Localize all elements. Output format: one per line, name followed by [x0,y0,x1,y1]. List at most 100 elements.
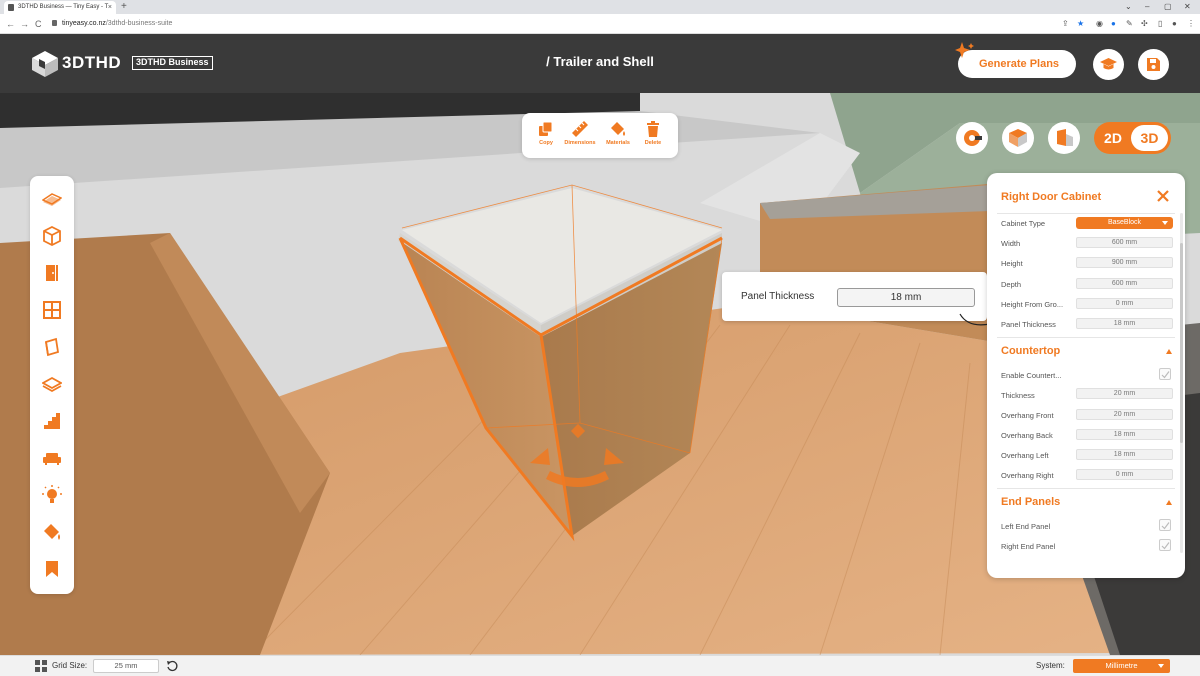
3d-option[interactable]: 3D [1131,125,1168,151]
sidebar-item-bookmarks[interactable] [36,553,68,585]
back-icon[interactable]: ← [6,17,15,31]
minimize-icon[interactable]: – [1145,0,1149,14]
tutorial-button[interactable] [1093,49,1124,80]
reset-icon[interactable] [166,660,178,672]
floor-icon [42,376,62,393]
lock-icon [52,20,57,27]
divider [997,337,1175,338]
camera-icon[interactable]: ◉ [1096,18,1103,30]
maximize-icon[interactable]: ▢ [1164,0,1172,14]
sidepanel-icon[interactable]: ▯ [1158,18,1162,30]
address-bar: ← → C tinyeasy.co.nz/3dthd-business-suit… [0,14,1200,34]
cabinet-type-select[interactable]: BaseBlock [1076,217,1173,229]
pen-icon[interactable]: ✎ [1126,18,1133,30]
extension-icon[interactable]: ● [1111,18,1116,30]
width-label: Width [1001,239,1021,248]
overhang-front-input[interactable]: 20 mm [1076,409,1173,420]
url-field[interactable]: tinyeasy.co.nz/3dthd-business-suite [52,17,172,31]
close-icon[interactable] [1155,188,1171,204]
collapse-caret-icon[interactable] [1166,349,1172,354]
panel-thickness-popup-input[interactable]: 18 mm [837,288,975,307]
delete-button[interactable]: Delete [634,120,672,146]
dimensions-button[interactable]: Dimensions [561,120,599,146]
unit-system-select[interactable]: Millimetre [1073,659,1170,673]
enable-countertop-checkbox[interactable] [1159,368,1171,380]
browser-tab[interactable]: 3DTHD Business — Tiny Easy - T × [4,1,116,14]
new-tab-button[interactable]: + [121,0,127,14]
panel-scrollbar[interactable] [1180,213,1183,553]
copy-button[interactable]: Copy [527,120,565,146]
sparkle-icon [955,42,974,58]
iso-view-button[interactable] [1002,122,1034,154]
left-end-panel-checkbox[interactable] [1159,519,1171,531]
section-view-button[interactable] [1048,122,1080,154]
overhang-left-input[interactable]: 18 mm [1076,449,1173,460]
right-end-panel-checkbox[interactable] [1159,539,1171,551]
collapse-caret-icon[interactable] [1166,500,1172,505]
properties-panel: Right Door Cabinet Cabinet Type BaseBloc… [987,173,1185,578]
sidebar-item-furniture[interactable] [36,442,68,474]
trailer-icon [42,193,62,206]
panel-title: Right Door Cabinet [1001,191,1102,203]
sidebar-item-windows[interactable] [36,294,68,326]
star-icon[interactable]: ★ [1077,18,1084,30]
sidebar-item-trailer[interactable] [36,182,68,214]
forward-icon[interactable]: → [20,17,29,31]
sidebar-item-shell[interactable] [36,220,68,252]
tab-close-icon[interactable]: × [108,1,112,14]
url-path: /3dthd-business-suite [105,20,173,27]
puzzle-icon[interactable]: ✣ [1141,18,1148,30]
sidebar-item-paint[interactable] [36,516,68,548]
window-icon [43,301,61,319]
lighting-icon [42,485,62,503]
iso-cube-icon [1009,129,1027,147]
width-input[interactable]: 600 mm [1076,237,1173,248]
sidebar-item-floor[interactable] [36,368,68,400]
shell-cube-icon [43,226,61,246]
overhang-back-input[interactable]: 18 mm [1076,429,1173,440]
walkthrough-view-button[interactable] [956,122,988,154]
cabinet-type-label: Cabinet Type [1001,219,1046,228]
height-from-ground-input[interactable]: 0 mm [1076,298,1173,309]
countertop-thickness-input[interactable]: 20 mm [1076,388,1173,399]
sidebar-item-stairs[interactable] [36,405,68,437]
close-window-icon[interactable]: ✕ [1184,0,1191,14]
save-button[interactable] [1138,49,1169,80]
tab-title: 3DTHD Business — Tiny Easy - T [18,4,109,10]
check-icon [1161,522,1170,530]
sidebar-item-doors[interactable] [36,257,68,289]
overhang-front-label: Overhang Front [1001,411,1054,420]
height-input[interactable]: 900 mm [1076,257,1173,268]
2d-option[interactable]: 2D [1094,122,1132,154]
scrollbar-thumb[interactable] [1180,243,1183,443]
generate-plans-button[interactable]: Generate Plans [958,50,1076,78]
copy-label: Copy [539,140,553,146]
menu-icon[interactable]: ⋮ [1187,18,1195,30]
favicon-icon [8,4,14,11]
divider [997,213,1175,214]
left-end-panel-label: Left End Panel [1001,522,1051,531]
height-from-ground-label: Height From Gro... [1001,300,1064,309]
overhang-right-input[interactable]: 0 mm [1076,469,1173,480]
reload-icon[interactable]: C [35,17,42,31]
section-cube-icon [1057,129,1073,146]
panel-thickness-label: Panel Thickness [1001,320,1056,329]
panel-thickness-input[interactable]: 18 mm [1076,318,1173,329]
chevron-down-icon[interactable]: ⌄ [1125,0,1132,14]
materials-button[interactable]: Materials [599,120,637,146]
sofa-icon [43,453,61,465]
profile-icon[interactable]: ● [1172,18,1177,30]
share-icon[interactable]: ⇪ [1062,18,1069,30]
grid-icon [35,660,47,672]
end-panels-section-title[interactable]: End Panels [1001,496,1060,508]
2d-3d-toggle[interactable]: 2D 3D [1094,122,1171,154]
grid-size-input[interactable]: 25 mm [93,659,159,673]
browser-tabbar: 3DTHD Business — Tiny Easy - T × + ⌄ – ▢… [0,0,1200,14]
cabinet-type-value: BaseBlock [1107,219,1142,226]
depth-input[interactable]: 600 mm [1076,278,1173,289]
sidebar-item-walls[interactable] [36,331,68,363]
enable-countertop-label: Enable Countert... [1001,371,1062,380]
sidebar-item-lighting[interactable] [36,479,68,511]
overhang-back-label: Overhang Back [1001,431,1053,440]
countertop-section-title[interactable]: Countertop [1001,345,1060,357]
